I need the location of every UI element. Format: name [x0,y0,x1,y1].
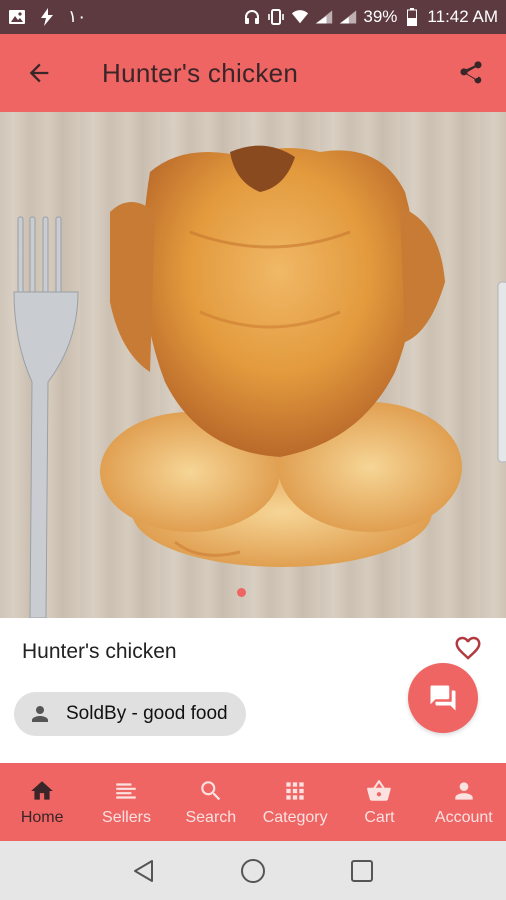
home-icon [28,777,56,805]
fork [13,216,79,618]
status-left: ١٠ [8,7,86,27]
battery-percent: 39% [363,7,398,26]
bottom-navigation: Home Sellers Search Category Cart Accoun… [0,763,506,841]
wifi-icon [291,8,309,26]
nav-item-search[interactable]: Search [169,763,253,841]
circle-home-icon [240,858,265,883]
flash-icon [38,8,56,26]
gallery-icon [8,8,26,26]
nav-item-category[interactable]: Category [253,763,337,841]
nav-item-sellers[interactable]: Sellers [84,763,168,841]
system-recents-button[interactable] [347,856,377,886]
square-recents-icon [350,859,373,882]
system-back-button[interactable] [129,856,159,886]
back-button[interactable] [22,56,56,90]
app-bar: Hunter's chicken [0,34,506,112]
roast-chicken-illustration [13,145,506,618]
seller-chip[interactable]: SoldBy - good food [14,692,246,736]
arrow-back-icon [29,63,49,83]
nav-label-search: Search [185,809,237,826]
nav-label-category: Category [262,809,328,826]
nav-item-cart[interactable]: Cart [337,763,421,841]
nav-label-sellers: Sellers [102,809,151,826]
favorite-button[interactable] [452,632,484,664]
account-icon [450,777,478,805]
seller-label: SoldBy - good food [66,703,228,724]
chicken [100,145,462,567]
page-title: Hunter's chicken [102,58,299,88]
status-left-text: ١٠ [68,7,87,26]
search-icon [197,777,225,805]
status-time: 11:42 AM [427,7,498,26]
cart-basket-icon [365,777,393,805]
nav-label-account: Account [434,809,493,826]
vibrate-icon [267,8,285,26]
system-navigation-bar [0,841,506,900]
triangle-back-icon [134,859,154,882]
nav-label-cart: Cart [364,809,395,826]
nav-item-home[interactable]: Home [0,763,84,841]
category-grid-icon [281,777,309,805]
product-image[interactable] [0,112,506,618]
signal-2-icon [339,8,357,26]
nav-item-account[interactable]: Account [422,763,506,841]
share-icon [460,61,482,84]
person-icon [32,706,48,722]
carousel-indicator-dot[interactable] [237,588,246,597]
chat-button[interactable] [408,663,478,733]
battery-icon [403,8,421,26]
status-right: 39% 11:42 AM [243,7,498,27]
headphones-icon [243,8,261,26]
heart-outline-icon [455,636,481,660]
sellers-list-icon [112,777,140,805]
share-button[interactable] [454,56,488,90]
nav-label-home: Home [20,809,64,826]
status-bar: ١٠ 39% 11:42 AM [0,0,506,34]
system-home-button[interactable] [238,856,268,886]
signal-icon [315,8,333,26]
product-name: Hunter's chicken [22,640,177,663]
chat-bubbles-icon [430,685,456,711]
